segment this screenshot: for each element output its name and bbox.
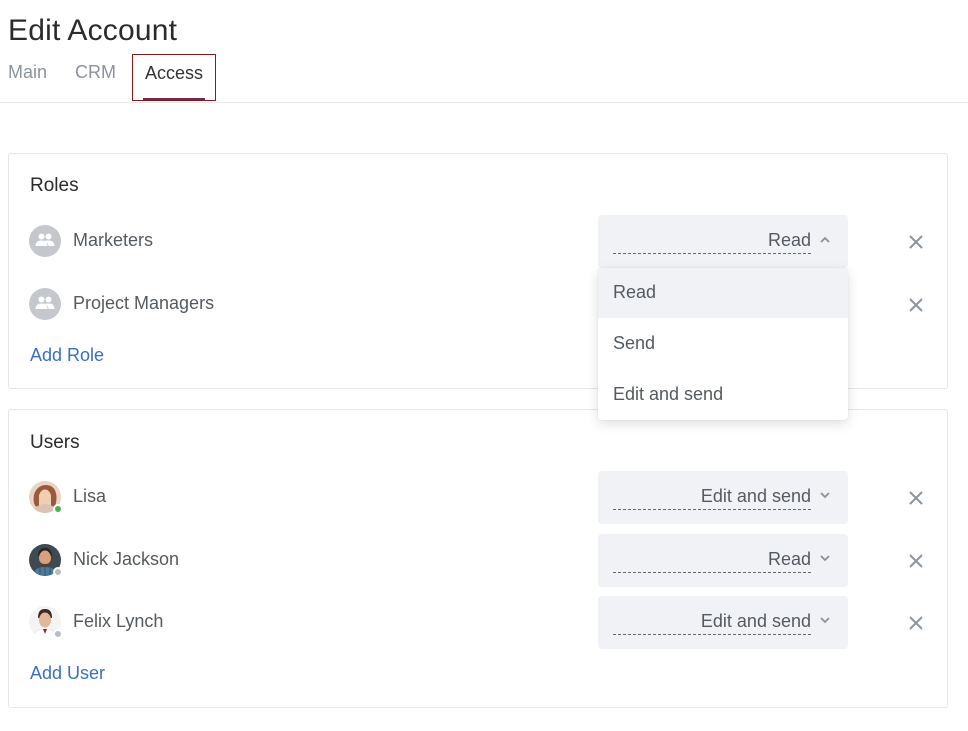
avatar bbox=[29, 481, 63, 514]
status-online-dot bbox=[53, 504, 63, 514]
users-title: Users bbox=[30, 432, 80, 453]
chevron-down-icon bbox=[820, 617, 830, 624]
dropdown-option-read[interactable]: Read bbox=[598, 268, 848, 318]
user-access-value: Edit and send bbox=[613, 486, 811, 510]
add-user-link[interactable]: Add User bbox=[30, 663, 105, 684]
group-icon bbox=[35, 296, 55, 309]
user-name: Nick Jackson bbox=[73, 549, 180, 569]
user-access-select[interactable]: Edit and send bbox=[598, 471, 848, 524]
user-access-value: Read bbox=[613, 549, 811, 573]
add-role-link[interactable]: Add Role bbox=[30, 345, 104, 366]
role-access-value: Read bbox=[613, 230, 811, 254]
status-offline-dot bbox=[53, 629, 63, 639]
dropdown-option-edit-and-send[interactable]: Edit and send bbox=[598, 370, 848, 420]
user-row-lisa: Lisa Edit and send bbox=[9, 471, 947, 524]
user-row-felix-lynch: Felix Lynch Edit and send bbox=[9, 596, 947, 649]
access-dropdown-menu: Read Send Edit and send bbox=[598, 268, 848, 420]
dropdown-option-send[interactable]: Send bbox=[598, 319, 848, 369]
chevron-down-icon bbox=[820, 492, 830, 499]
role-name: Marketers bbox=[73, 230, 154, 250]
chevron-up-icon bbox=[820, 236, 830, 243]
close-icon[interactable] bbox=[907, 489, 925, 507]
avatar bbox=[29, 606, 63, 639]
tab-crm[interactable]: CRM bbox=[75, 62, 116, 83]
roles-title: Roles bbox=[30, 175, 79, 196]
user-name: Lisa bbox=[73, 486, 107, 506]
user-name: Felix Lynch bbox=[73, 611, 164, 631]
tab-bar: Main CRM Access bbox=[0, 54, 968, 103]
close-icon[interactable] bbox=[907, 296, 925, 314]
user-access-select[interactable]: Read bbox=[598, 534, 848, 587]
edit-account-page: Edit Account Main CRM Access Roles Marke… bbox=[0, 0, 968, 731]
status-offline-dot bbox=[53, 567, 63, 577]
user-access-value: Edit and send bbox=[613, 611, 811, 635]
users-card: Users Lisa Edit and send Nick Jackson Re… bbox=[8, 409, 948, 708]
user-row-nick-jackson: Nick Jackson Read bbox=[9, 534, 947, 587]
chevron-down-icon bbox=[820, 555, 830, 562]
page-title: Edit Account bbox=[8, 14, 178, 47]
group-avatar bbox=[29, 225, 61, 257]
close-icon[interactable] bbox=[907, 552, 925, 570]
role-name: Project Managers bbox=[73, 293, 215, 313]
group-avatar bbox=[29, 288, 61, 320]
group-icon bbox=[35, 233, 55, 246]
role-row-marketers: Marketers Read bbox=[9, 215, 947, 268]
tab-main[interactable]: Main bbox=[8, 62, 47, 83]
user-access-select[interactable]: Edit and send bbox=[598, 596, 848, 649]
avatar bbox=[29, 544, 63, 577]
close-icon[interactable] bbox=[907, 233, 925, 251]
tab-access[interactable]: Access bbox=[132, 54, 216, 101]
close-icon[interactable] bbox=[907, 614, 925, 632]
role-access-select[interactable]: Read bbox=[598, 215, 848, 268]
